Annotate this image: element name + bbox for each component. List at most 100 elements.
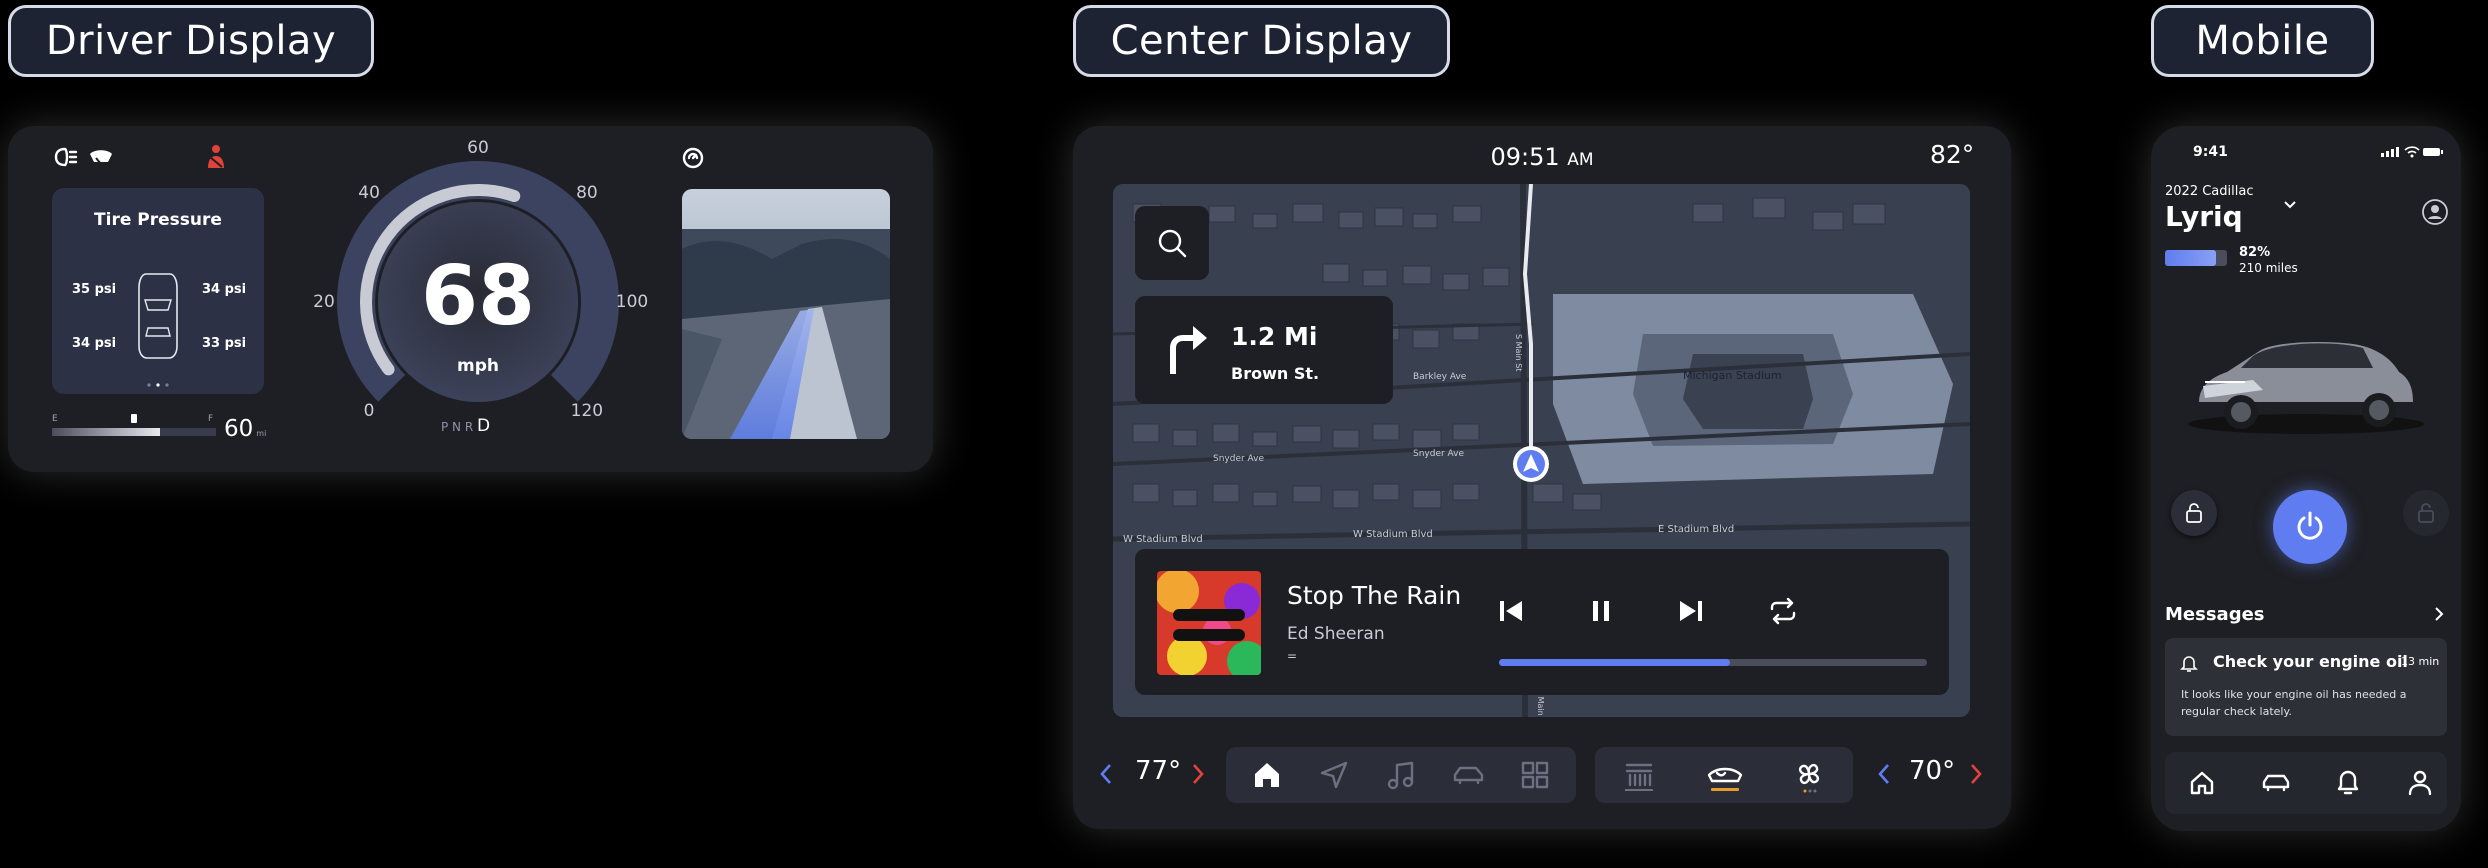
speed-unit: mph (457, 356, 499, 376)
defrost-icon[interactable] (1621, 759, 1657, 793)
fuel-range-unit: mi (256, 429, 267, 438)
gear-selector: P N R D (441, 416, 490, 436)
map-label-snyder-2: Snyder Ave (1413, 449, 1465, 459)
tire-rear-right: 33 psi (202, 336, 247, 351)
right-temp-up-button[interactable] (1969, 762, 1983, 786)
car-icon[interactable] (2261, 770, 2291, 796)
chevron-down-icon[interactable] (2283, 200, 2297, 210)
battery-gauge-fill (2165, 250, 2216, 266)
pause-button[interactable] (1587, 597, 1615, 625)
map-label-barkley: Barkley Ave (1413, 372, 1467, 382)
car-icon[interactable] (1452, 760, 1486, 790)
speed-tick-label: 60 (467, 138, 489, 158)
battery-gauge (2165, 250, 2227, 266)
music-icon[interactable] (1386, 760, 1416, 790)
speed-tick-label: 0 (363, 400, 375, 421)
profile-icon[interactable] (2421, 198, 2449, 226)
headlight-icon (54, 147, 78, 167)
outside-temperature: 82° (1930, 140, 1975, 169)
left-temperature: 77° (1135, 756, 1182, 786)
left-temp-up-button[interactable] (1191, 762, 1205, 786)
car-top-view-icon (138, 273, 178, 359)
wiper-icon (90, 150, 112, 165)
fuel-range-value: 60 (224, 416, 254, 442)
mobile-label: Mobile (2151, 5, 2374, 77)
battery-percent: 82% (2239, 245, 2271, 260)
tire-front-left: 35 psi (72, 282, 117, 297)
message-body: It looks like your engine oil has needed… (2181, 688, 2407, 718)
map-label-w-stadium: W Stadium Blvd (1123, 534, 1203, 545)
climate-dock (1595, 747, 1853, 803)
map-label-stadium: Michigan Stadium (1683, 369, 1782, 382)
navigation-icon[interactable] (1319, 760, 1349, 790)
message-title: Check your engine oil (2213, 652, 2408, 671)
tire-pressure-title: Tire Pressure (94, 210, 222, 230)
repeat-button[interactable] (1767, 597, 1799, 625)
center-display-label: Center Display (1073, 5, 1450, 77)
track-album: = (1287, 649, 1298, 663)
speed-value: 68 (420, 249, 536, 344)
turn-street: Brown St. (1231, 364, 1320, 383)
active-gear: D (477, 416, 491, 436)
map-view[interactable]: Michigan Stadium Barkley Ave Snyder Ave … (1113, 184, 1970, 717)
speed-tick-label: 120 (570, 400, 604, 421)
vehicle-image (2188, 342, 2424, 434)
speed-tick-label: 80 (576, 183, 598, 204)
tire-rear-left: 34 psi (72, 336, 117, 351)
battery-range: 210 miles (2239, 261, 2298, 275)
next-track-button[interactable] (1677, 597, 1705, 625)
message-card[interactable]: Check your engine oil 13 min It looks li… (2165, 638, 2447, 736)
turn-distance: 1.2 Mi (1231, 322, 1318, 351)
map-label-w-stadium-2: W Stadium Blvd (1353, 529, 1433, 540)
map-search-button[interactable] (1135, 206, 1209, 280)
turn-by-turn-card[interactable]: 1.2 Mi Brown St. (1135, 296, 1393, 404)
lane-camera-view (682, 189, 890, 439)
seatbelt-icon (208, 145, 224, 168)
tire-pressure-card[interactable]: Tire Pressure 35 psi 34 psi 34 psi 33 ps… (52, 188, 264, 394)
status-icons (2381, 146, 2443, 158)
fuel-gauge (52, 428, 216, 436)
status-time: 9:41 (2193, 144, 2228, 160)
mobile-panel: 9:41 2022 Cadillac Lyriq 82% 210 miles M… (2151, 126, 2461, 831)
car-airflow-icon[interactable] (1705, 759, 1745, 793)
search-icon (1158, 229, 1187, 258)
previous-track-button[interactable] (1497, 597, 1525, 625)
playback-progress[interactable] (1499, 659, 1927, 666)
left-temp-down-button[interactable] (1099, 762, 1113, 786)
fuel-full-label: F (208, 414, 214, 424)
fuel-gauge-fill (52, 428, 161, 436)
tire-front-right: 34 psi (202, 282, 247, 297)
messages-chevron-icon[interactable] (2433, 606, 2445, 622)
bell-icon[interactable] (2335, 768, 2361, 796)
driver-display-panel: Tire Pressure 35 psi 34 psi 34 psi 33 ps… (8, 126, 933, 472)
fan-icon[interactable] (1791, 757, 1827, 795)
power-icon (2297, 511, 2323, 540)
apps-icon[interactable] (1520, 760, 1550, 790)
app-dock (1226, 747, 1576, 803)
right-temperature: 70° (1909, 756, 1956, 786)
vehicle-year-make: 2022 Cadillac (2165, 184, 2254, 199)
album-art-image (1157, 571, 1261, 675)
home-icon[interactable] (2189, 770, 2215, 796)
lock-icon (2186, 503, 2202, 523)
clock-time: 09:51 (1490, 143, 1560, 171)
clock-ampm: AM (1567, 150, 1594, 170)
media-player-card: Stop The Rain Ed Sheeran = (1135, 549, 1949, 695)
album-art[interactable] (1157, 571, 1261, 675)
right-temp-down-button[interactable] (1877, 762, 1891, 786)
turn-right-icon (1170, 326, 1207, 374)
lock-button[interactable] (2171, 490, 2217, 536)
center-display-panel: 09:51 AM 82° Michigan Stadium Barkley Av… (1073, 126, 2011, 829)
message-time: 13 min (2401, 655, 2440, 668)
lane-assist-icon (682, 147, 704, 169)
fuel-range: 60 mi (224, 416, 266, 442)
playback-progress-fill (1499, 659, 1731, 666)
power-button[interactable] (2273, 490, 2347, 564)
page-dots (147, 372, 169, 387)
map-label-e-stadium: E Stadium Blvd (1658, 524, 1735, 535)
profile-icon[interactable] (2407, 768, 2433, 796)
fuel-pump-icon (131, 414, 137, 423)
unlock-button[interactable] (2403, 490, 2449, 536)
home-icon[interactable] (1252, 760, 1282, 790)
driver-display-label: Driver Display (8, 5, 374, 77)
